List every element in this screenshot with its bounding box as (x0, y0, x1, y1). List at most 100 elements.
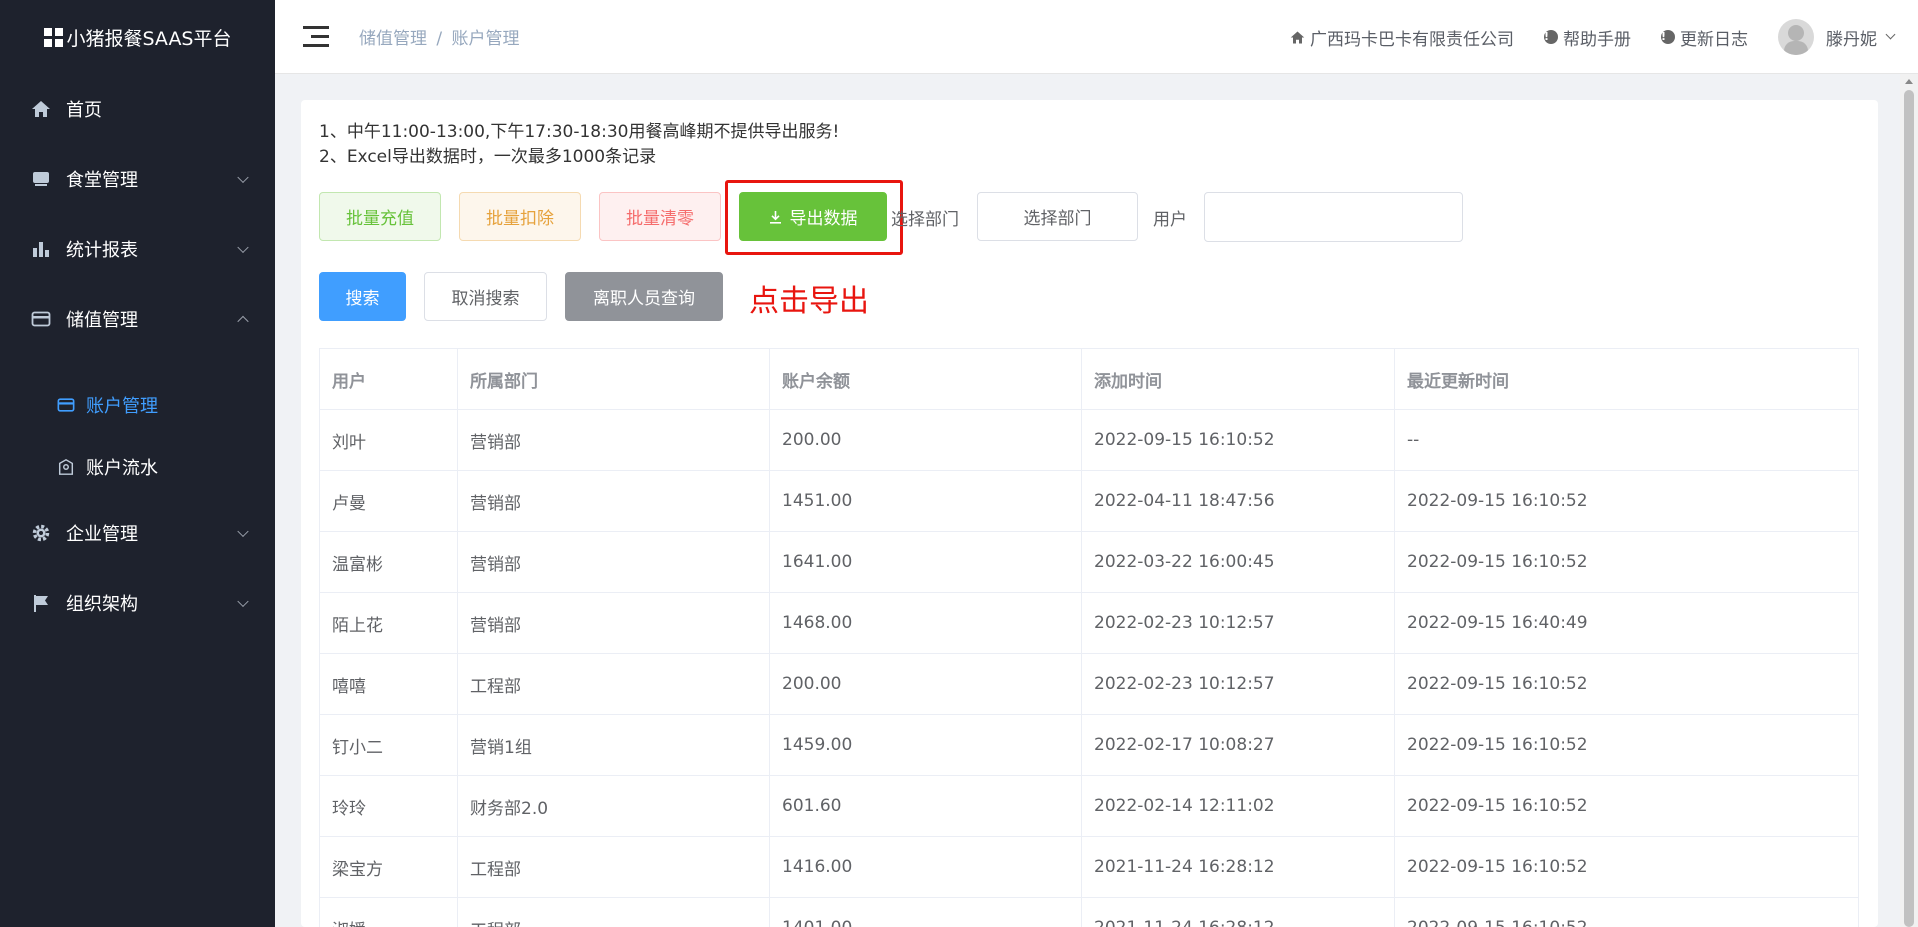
cell-updated: 2022-09-15 16:10:52 (1394, 897, 1859, 927)
table-row[interactable]: 刘叶 营销部 200.00 2022-09-15 16:10:52 -- (319, 409, 1859, 471)
dept-label: 选择部门 (891, 210, 959, 230)
cell-balance: 1468.00 (769, 592, 1082, 654)
cell-balance: 1416.00 (769, 836, 1082, 898)
batch-deduct-button[interactable]: 批量扣除 (459, 192, 581, 241)
avatar (1778, 19, 1814, 55)
col-header-dept[interactable]: 所属部门 (457, 348, 770, 410)
changelog-link[interactable]: ! 更新日志 (1661, 25, 1748, 50)
user-menu[interactable]: 滕丹妮 (1778, 19, 1896, 55)
cell-dept: 工程部 (457, 836, 770, 898)
chevron-up-icon (237, 315, 249, 328)
table-header-row: 用户 所属部门 账户余额 添加时间 最近更新时间 (319, 348, 1859, 410)
sidebar-item-reports[interactable]: 统计报表 (0, 214, 275, 284)
gear-icon (30, 523, 52, 543)
cancel-search-button[interactable]: 取消搜索 (424, 272, 547, 321)
cell-balance: 1641.00 (769, 531, 1082, 593)
table-row[interactable]: 玲玲 财务部2.0 601.60 2022-02-14 12:11:02 2022-09… (319, 775, 1859, 837)
col-header-balance[interactable]: 账户余额 (769, 348, 1082, 410)
cell-created: 2022-02-14 12:11:02 (1081, 775, 1395, 837)
sidebar-item-stored-value[interactable]: 储值管理 (0, 284, 275, 354)
table-row[interactable]: 陌上花 营销部 1468.00 2022-02-23 10:12:57 2022-09-… (319, 592, 1859, 654)
app-logo[interactable]: 小猪报餐SAAS平台 (0, 0, 275, 74)
sidebar-subitem-account-management[interactable]: 账户管理 (0, 374, 275, 436)
scrollbar-thumb[interactable] (1904, 90, 1914, 927)
sidebar-item-enterprise[interactable]: 企业管理 (0, 498, 275, 568)
cell-created: 2022-02-23 10:12:57 (1081, 592, 1395, 654)
chevron-down-icon (237, 525, 249, 538)
table-row[interactable]: 温富彬 营销部 1641.00 2022-03-22 16:00:45 2022-09-… (319, 531, 1859, 593)
cell-user: 玲玲 (319, 775, 458, 837)
dept-select[interactable]: 选择部门 (977, 192, 1138, 241)
menu-toggle-icon[interactable] (303, 25, 329, 48)
cell-dept: 营销部 (457, 409, 770, 471)
sidebar-subitem-label: 账户流水 (86, 458, 158, 479)
company-link[interactable]: 广西玛卡巴卡有限责任公司 (1290, 25, 1514, 50)
cell-updated: 2022-09-15 16:10:52 (1394, 714, 1859, 776)
sidebar: 小猪报餐SAAS平台 首页 食堂管理 统计报表 储值管理 账户管理 账户流水 企… (0, 0, 275, 927)
col-header-updated[interactable]: 最近更新时间 (1394, 348, 1859, 410)
info-icon: ! (1661, 30, 1675, 44)
cell-balance: 601.60 (769, 775, 1082, 837)
cell-balance: 200.00 (769, 653, 1082, 715)
resigned-query-button[interactable]: 离职人员查询 (565, 272, 723, 321)
table-row[interactable]: 卢曼 营销部 1451.00 2022-04-11 18:47:56 2022-09-1… (319, 470, 1859, 532)
help-link[interactable]: ! 帮助手册 (1544, 25, 1631, 50)
bar-chart-icon (30, 239, 52, 259)
cell-created: 2022-04-11 18:47:56 (1081, 470, 1395, 532)
ledger-icon (56, 458, 76, 476)
cell-user: 陌上花 (319, 592, 458, 654)
breadcrumb-item[interactable]: 储值管理 (359, 29, 427, 49)
page-scrollbar[interactable] (1900, 74, 1918, 927)
table-row[interactable]: 嘻嘻 工程部 200.00 2022-02-23 10:12:57 2022-09-15… (319, 653, 1859, 715)
cell-created: 2022-09-15 16:10:52 (1081, 409, 1395, 471)
user-label: 用户 (1153, 210, 1187, 230)
table-row[interactable]: 淑媛工程部1401.002021-11-24 16:28:122022-09-1… (319, 897, 1859, 927)
user-search-input[interactable] (1204, 192, 1463, 242)
chevron-down-icon (237, 595, 249, 608)
cell-dept: 营销部 (457, 592, 770, 654)
breadcrumb-current: 账户管理 (451, 29, 520, 49)
cell-dept: 营销部 (457, 531, 770, 593)
breadcrumb: 储值管理 / 账户管理 (359, 29, 520, 49)
cell-balance: 1451.00 (769, 470, 1082, 532)
table-row[interactable]: 梁宝方 工程部 1416.00 2021-11-24 16:28:12 2022-09-… (319, 836, 1859, 898)
user-name: 滕丹妮 (1826, 29, 1877, 50)
search-button[interactable]: 搜索 (319, 272, 406, 321)
cell-user: 钉小二 (319, 714, 458, 776)
cell-updated: 2022-09-15 16:10:52 (1394, 531, 1859, 593)
sidebar-item-label: 统计报表 (66, 240, 138, 261)
cell-user: 淑媛 (319, 897, 458, 927)
download-icon (769, 210, 782, 224)
table-row[interactable]: 钉小二 营销1组 1459.00 2022-02-17 10:08:27 2022-09… (319, 714, 1859, 776)
batch-recharge-button[interactable]: 批量充值 (319, 192, 441, 241)
cell-updated: 2022-09-15 16:10:52 (1394, 775, 1859, 837)
cell-user: 梁宝方 (319, 836, 458, 898)
col-header-created[interactable]: 添加时间 (1081, 348, 1395, 410)
cell-user: 刘叶 (319, 409, 458, 471)
sidebar-item-canteen[interactable]: 食堂管理 (0, 144, 275, 214)
cell-updated: 2022-09-15 16:10:52 (1394, 470, 1859, 532)
col-header-user[interactable]: 用户 (319, 348, 458, 410)
sidebar-item-organization[interactable]: 组织架构 (0, 568, 275, 638)
cell-dept: 营销1组 (457, 714, 770, 776)
sidebar-item-label: 组织架构 (66, 594, 138, 615)
sidebar-item-label: 首页 (66, 100, 102, 121)
chevron-down-icon (1885, 29, 1896, 40)
export-data-label: 导出数据 (789, 209, 858, 229)
app-title: 小猪报餐SAAS平台 (66, 27, 232, 50)
header-actions: 广西玛卡巴卡有限责任公司 ! 帮助手册 ! 更新日志 滕丹妮 (1260, 0, 1896, 74)
notice: 1、中午11:00-13:00,下午17:30-18:30用餐高峰期不提供导出服… (319, 120, 839, 170)
batch-clear-button[interactable]: 批量清零 (599, 192, 721, 241)
cell-updated: 2022-09-15 16:10:52 (1394, 653, 1859, 715)
top-header: 储值管理 / 账户管理 广西玛卡巴卡有限责任公司 ! 帮助手册 ! 更新日志 滕… (275, 0, 1918, 74)
cell-created: 2022-02-17 10:08:27 (1081, 714, 1395, 776)
sidebar-item-home[interactable]: 首页 (0, 74, 275, 144)
scroll-up-icon[interactable] (1905, 79, 1913, 84)
cell-updated: -- (1394, 409, 1859, 471)
export-data-button[interactable]: 导出数据 (739, 192, 887, 241)
notice-line: 2、Excel导出数据时，一次最多1000条记录 (319, 147, 657, 167)
home-icon (1290, 30, 1305, 45)
content-card: 1、中午11:00-13:00,下午17:30-18:30用餐高峰期不提供导出服… (301, 100, 1878, 927)
sidebar-subitem-account-ledger[interactable]: 账户流水 (0, 436, 275, 498)
company-name: 广西玛卡巴卡有限责任公司 (1310, 29, 1514, 50)
